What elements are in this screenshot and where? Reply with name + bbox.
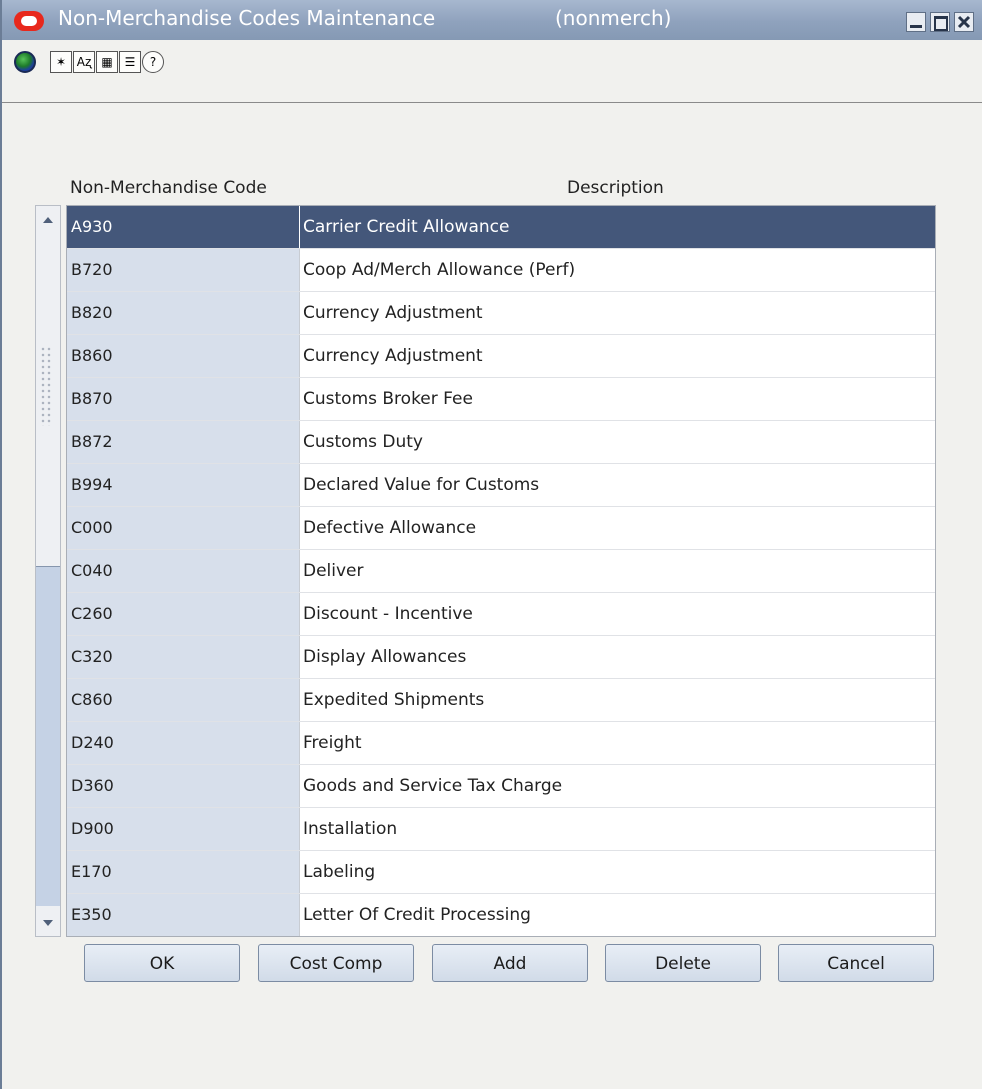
code-cell[interactable]: A930 — [67, 206, 299, 248]
code-cell[interactable]: C860 — [67, 679, 299, 721]
close-icon — [957, 15, 971, 29]
scroll-thumb[interactable] — [36, 566, 60, 906]
calendar-icon[interactable]: ▦ — [96, 51, 118, 73]
table-row[interactable]: A930 Carrier Credit Allowance — [67, 206, 935, 249]
code-cell[interactable]: B820 — [67, 292, 299, 334]
description-cell[interactable]: Declared Value for Customs — [299, 464, 935, 506]
window: Non-Merchandise Codes Maintenance (nonme… — [0, 0, 982, 1089]
minimize-button[interactable] — [906, 12, 926, 32]
find-replace-icon[interactable]: Aʐ — [73, 51, 95, 73]
description-cell[interactable]: Currency Adjustment — [299, 335, 935, 377]
scroll-up-arrow-icon[interactable] — [38, 210, 58, 230]
table-row[interactable]: B872 Customs Duty — [67, 421, 935, 464]
cost-comp-button[interactable]: Cost Comp — [258, 944, 414, 982]
toolbar: ✶ Aʐ ▦ ☰ ? — [2, 40, 982, 103]
description-cell[interactable]: Freight — [299, 722, 935, 764]
description-cell[interactable]: Expedited Shipments — [299, 679, 935, 721]
description-cell[interactable]: Currency Adjustment — [299, 292, 935, 334]
code-cell[interactable]: E350 — [67, 894, 299, 936]
code-cell[interactable]: B870 — [67, 378, 299, 420]
table-row[interactable]: C000 Defective Allowance — [67, 507, 935, 550]
description-cell[interactable]: Customs Broker Fee — [299, 378, 935, 420]
description-cell[interactable]: Labeling — [299, 851, 935, 893]
table-row[interactable]: C040 Deliver — [67, 550, 935, 593]
description-cell[interactable]: Letter Of Credit Processing — [299, 894, 935, 936]
print-icon[interactable]: ☰ — [119, 51, 141, 73]
code-cell[interactable]: C320 — [67, 636, 299, 678]
codes-table: A930 Carrier Credit Allowance B720 Coop … — [66, 205, 936, 937]
table-row[interactable]: B720 Coop Ad/Merch Allowance (Perf) — [67, 249, 935, 292]
code-cell[interactable]: E170 — [67, 851, 299, 893]
code-cell[interactable]: B720 — [67, 249, 299, 291]
code-cell[interactable]: C260 — [67, 593, 299, 635]
close-button[interactable] — [954, 12, 974, 32]
window-title: Non-Merchandise Codes Maintenance — [58, 6, 436, 30]
cancel-button[interactable]: Cancel — [778, 944, 934, 982]
code-cell[interactable]: B860 — [67, 335, 299, 377]
scroll-down-arrow-icon[interactable] — [38, 912, 58, 932]
column-header-description: Description — [567, 178, 664, 198]
code-cell[interactable]: D240 — [67, 722, 299, 764]
table-row[interactable]: B860 Currency Adjustment — [67, 335, 935, 378]
code-cell[interactable]: C000 — [67, 507, 299, 549]
delete-button[interactable]: Delete — [605, 944, 761, 982]
column-header-code: Non-Merchandise Code — [70, 178, 267, 198]
description-cell[interactable]: Display Allowances — [299, 636, 935, 678]
help-icon[interactable]: ? — [142, 51, 164, 73]
table-row[interactable]: C320 Display Allowances — [67, 636, 935, 679]
globe-icon[interactable] — [14, 51, 36, 73]
code-cell[interactable]: D360 — [67, 765, 299, 807]
table-row[interactable]: B994 Declared Value for Customs — [67, 464, 935, 507]
table-row[interactable]: C260 Discount - Incentive — [67, 593, 935, 636]
maximize-button[interactable] — [930, 12, 950, 32]
ok-button[interactable]: OK — [84, 944, 240, 982]
table-row[interactable]: E170 Labeling — [67, 851, 935, 894]
code-cell[interactable]: B872 — [67, 421, 299, 463]
code-cell[interactable]: C040 — [67, 550, 299, 592]
table-row[interactable]: D240 Freight — [67, 722, 935, 765]
table-row[interactable]: C860 Expedited Shipments — [67, 679, 935, 722]
table-row[interactable]: E350 Letter Of Credit Processing — [67, 894, 935, 936]
table-row[interactable]: D900 Installation — [67, 808, 935, 851]
table-row[interactable]: B870 Customs Broker Fee — [67, 378, 935, 421]
scroll-grip — [40, 346, 52, 426]
description-cell[interactable]: Coop Ad/Merch Allowance (Perf) — [299, 249, 935, 291]
window-subtitle: (nonmerch) — [555, 6, 672, 30]
description-cell[interactable]: Discount - Incentive — [299, 593, 935, 635]
description-cell[interactable]: Goods and Service Tax Charge — [299, 765, 935, 807]
table-row[interactable]: B820 Currency Adjustment — [67, 292, 935, 335]
description-cell[interactable]: Carrier Credit Allowance — [299, 206, 935, 248]
table-row[interactable]: D360 Goods and Service Tax Charge — [67, 765, 935, 808]
code-cell[interactable]: B994 — [67, 464, 299, 506]
description-cell[interactable]: Installation — [299, 808, 935, 850]
description-cell[interactable]: Defective Allowance — [299, 507, 935, 549]
vertical-scrollbar[interactable] — [35, 205, 61, 937]
description-cell[interactable]: Deliver — [299, 550, 935, 592]
oracle-logo-icon — [14, 11, 44, 31]
title-bar[interactable]: Non-Merchandise Codes Maintenance (nonme… — [2, 0, 982, 40]
code-cell[interactable]: D900 — [67, 808, 299, 850]
description-cell[interactable]: Customs Duty — [299, 421, 935, 463]
history-icon[interactable]: ✶ — [50, 51, 72, 73]
add-button[interactable]: Add — [432, 944, 588, 982]
